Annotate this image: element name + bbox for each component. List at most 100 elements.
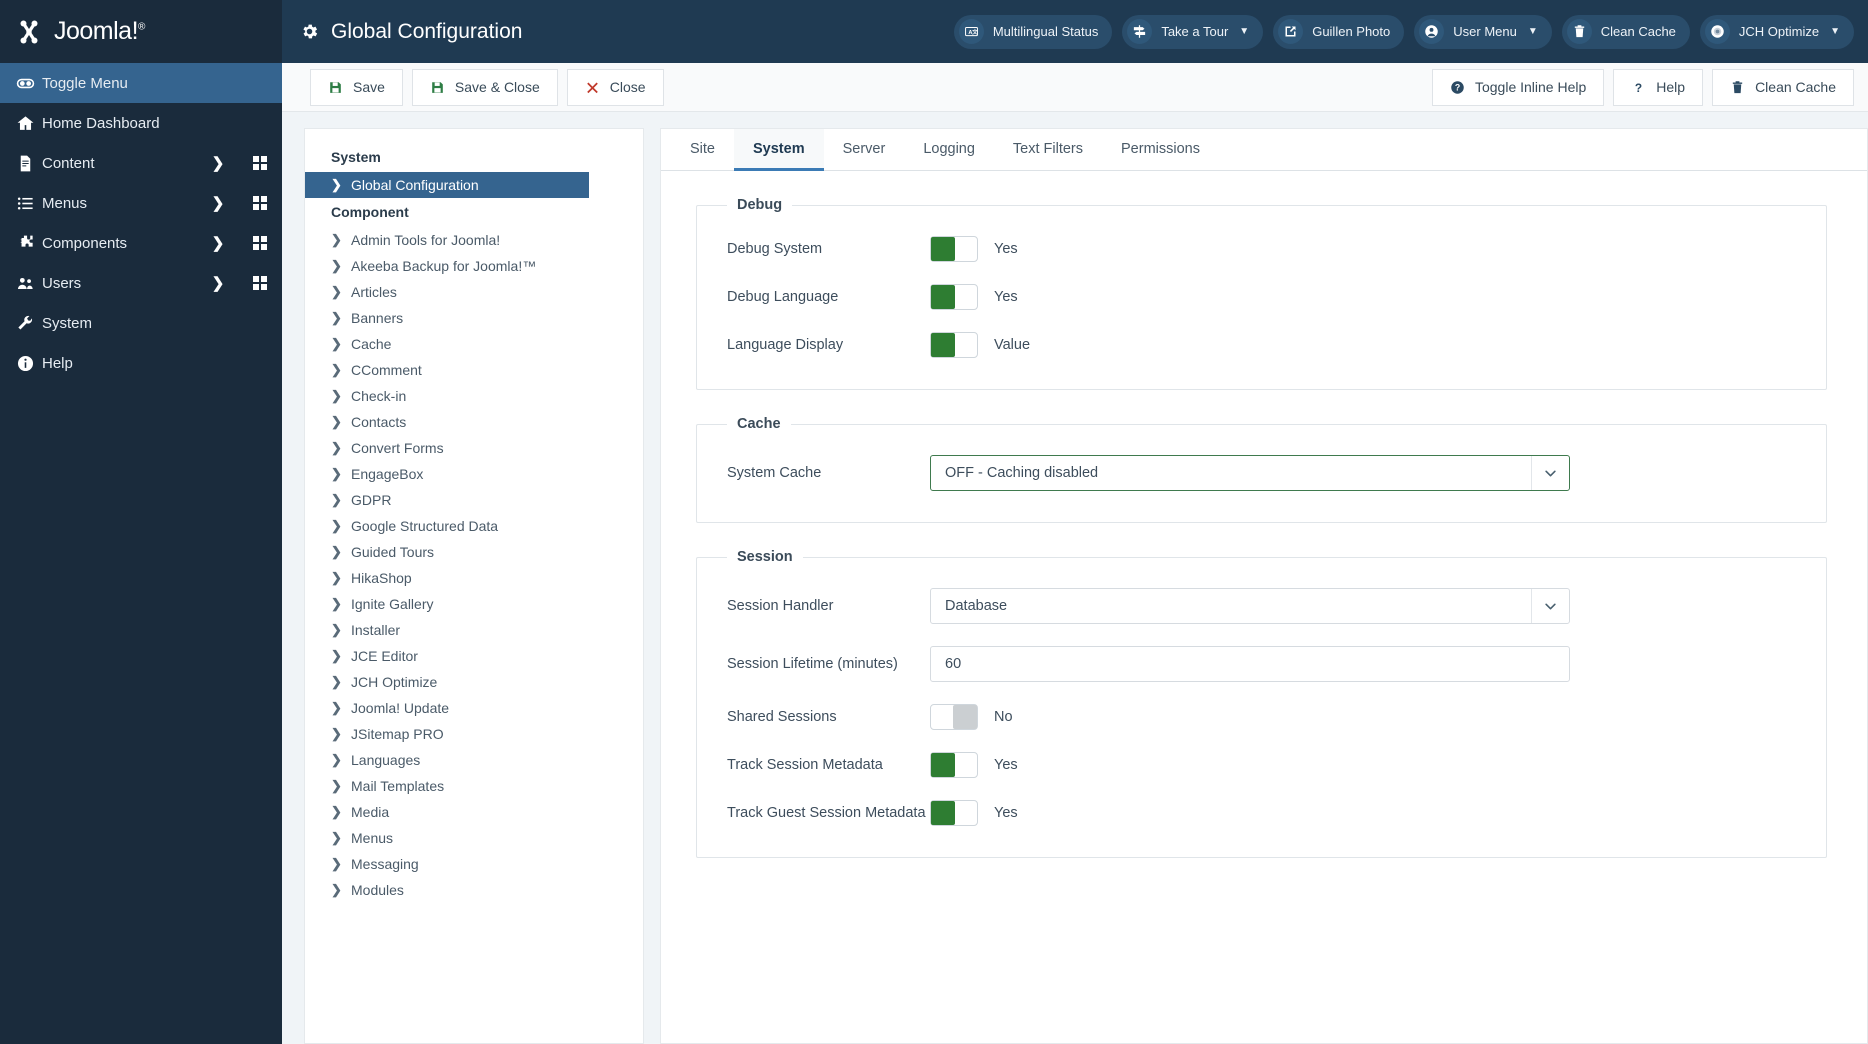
sidebar-item-content[interactable]: Content ❯ <box>0 143 282 183</box>
sidebar-item-home-dashboard[interactable]: Home Dashboard <box>0 103 282 143</box>
config-item-menus[interactable]: ❯ Menus <box>305 825 643 851</box>
tab-permissions[interactable]: Permissions <box>1102 129 1219 171</box>
header-button-label: Guillen Photo <box>1312 24 1391 39</box>
config-item-hikashop[interactable]: ❯ HikaShop <box>305 565 643 591</box>
chevron-right-icon: ❯ <box>331 336 342 351</box>
toggle-value-label: Yes <box>994 805 1018 821</box>
home-icon <box>17 115 33 130</box>
header-button-guillen-photo[interactable]: Guillen Photo <box>1273 14 1405 49</box>
tab-logging[interactable]: Logging <box>904 129 994 171</box>
header-button-jch-optimize[interactable]: JCH Optimize ▼ <box>1699 14 1854 49</box>
toggle-track-session-metadata[interactable] <box>930 752 978 778</box>
config-item-admin-tools-for-joomla-[interactable]: ❯ Admin Tools for Joomla! <box>305 227 643 253</box>
config-item-gdpr[interactable]: ❯ GDPR <box>305 487 643 513</box>
section-session: Session Session Handler Database Session Li… <box>696 549 1827 858</box>
config-item-guided-tours[interactable]: ❯ Guided Tours <box>305 539 643 565</box>
form-control: Yes <box>930 800 1798 826</box>
config-item-google-structured-data[interactable]: ❯ Google Structured Data <box>305 513 643 539</box>
toggle-shared-sessions[interactable] <box>930 704 978 730</box>
external-link-icon <box>1278 19 1304 44</box>
form-control: Yes <box>930 284 1798 310</box>
header-button-clean-cache[interactable]: Clean Cache <box>1561 14 1690 49</box>
config-item-check-in[interactable]: ❯ Check-in <box>305 383 643 409</box>
config-item-modules[interactable]: ❯ Modules <box>305 877 643 903</box>
chevron-right-icon: ❯ <box>331 544 342 559</box>
select-session-handler[interactable]: Database <box>930 588 1570 624</box>
config-item-label: Messaging <box>351 856 419 872</box>
tab-system[interactable]: System <box>734 129 824 171</box>
tab-site[interactable]: Site <box>671 129 734 171</box>
chevron-right-icon: ❯ <box>331 232 342 247</box>
toolbar-button-close[interactable]: Close <box>566 68 664 106</box>
config-item-label: GDPR <box>351 492 392 508</box>
toggle-track-guest-session-metadata[interactable] <box>930 800 978 826</box>
config-item-ccomment[interactable]: ❯ CComment <box>305 357 643 383</box>
dashboard-grid-icon[interactable] <box>238 196 282 210</box>
sidebar-item-system[interactable]: System <box>0 303 282 343</box>
form-label: Track Session Metadata <box>727 757 883 773</box>
sidebar-item-help[interactable]: Help <box>0 343 282 383</box>
config-item-jce-editor[interactable]: ❯ JCE Editor <box>305 643 643 669</box>
chevron-right-icon[interactable]: ❯ <box>198 194 238 212</box>
config-item-convert-forms[interactable]: ❯ Convert Forms <box>305 435 643 461</box>
header-button-user-menu[interactable]: User Menu ▼ <box>1414 14 1552 49</box>
config-item-label: Mail Templates <box>351 778 445 794</box>
toolbar-button-toggle-inline-help[interactable]: ? Toggle Inline Help <box>1431 68 1605 106</box>
select-system-cache[interactable]: OFF - Caching disabled <box>930 455 1570 491</box>
save-icon <box>330 81 341 93</box>
form-row-track-session-metadata: Track Session Metadata Yes <box>697 741 1826 789</box>
chevron-down-icon[interactable] <box>1531 589 1569 623</box>
config-item-contacts[interactable]: ❯ Contacts <box>305 409 643 435</box>
config-item-banners[interactable]: ❯ Banners <box>305 305 643 331</box>
settings-panel: Site System Server Logging Text Filters Permi… <box>660 128 1868 1044</box>
sidebar-item-users[interactable]: Users ❯ <box>0 263 282 303</box>
header-button-take-a-tour[interactable]: Take a Tour ▼ <box>1122 14 1264 49</box>
save-icon <box>430 80 445 95</box>
toggle-debug-system[interactable] <box>930 236 978 262</box>
tab-text-filters[interactable]: Text Filters <box>994 129 1102 171</box>
toolbar-button-save-close[interactable]: Save & Close <box>411 68 558 106</box>
config-item-media[interactable]: ❯ Media <box>305 799 643 825</box>
config-item-languages[interactable]: ❯ Languages <box>305 747 643 773</box>
dashboard-grid-icon[interactable] <box>238 276 282 290</box>
form-control: 60 <box>930 646 1798 682</box>
tab-label: Text Filters <box>1012 141 1084 157</box>
chevron-right-icon[interactable]: ❯ <box>198 234 238 252</box>
dashboard-grid-icon[interactable] <box>238 236 282 250</box>
config-item-messaging[interactable]: ❯ Messaging <box>305 851 643 877</box>
config-item-installer[interactable]: ❯ Installer <box>305 617 643 643</box>
tab-server[interactable]: Server <box>824 129 905 171</box>
input-session-lifetime-minutes[interactable]: 60 <box>930 646 1570 682</box>
chevron-right-icon[interactable]: ❯ <box>198 274 238 292</box>
dashboard-grid-icon[interactable] <box>238 156 282 170</box>
config-item-akeeba-backup-for-joomla-[interactable]: ❯ Akeeba Backup for Joomla!™ <box>305 253 643 279</box>
header-button-label: JCH Optimize <box>1738 24 1820 39</box>
config-item-jsitemap-pro[interactable]: ❯ JSitemap PRO <box>305 721 643 747</box>
sidebar-item-menus[interactable]: Menus ❯ <box>0 183 282 223</box>
config-item-cache[interactable]: ❯ Cache <box>305 331 643 357</box>
config-item-global-configuration[interactable]: ❯ Global Configuration <box>305 172 589 198</box>
chevron-down-icon[interactable] <box>1531 456 1569 490</box>
config-item-jch-optimize[interactable]: ❯ JCH Optimize <box>305 669 643 695</box>
sidebar-item-toggle-menu[interactable]: Toggle Menu <box>0 63 282 103</box>
config-item-engagebox[interactable]: ❯ EngageBox <box>305 461 643 487</box>
toggle-language-display[interactable] <box>930 332 978 358</box>
main-sidebar: Joomla!® Toggle Menu Home Dashboard Conten… <box>0 0 282 1044</box>
toolbar-button-help[interactable]: ? Help <box>1613 68 1704 106</box>
chevron-right-icon: ❯ <box>331 570 342 585</box>
config-item-mail-templates[interactable]: ❯ Mail Templates <box>305 773 643 799</box>
joomla-brand[interactable]: Joomla!® <box>0 0 282 63</box>
header-button-multilingual-status[interactable]: A 文 Multilingual Status <box>953 14 1113 49</box>
config-item-articles[interactable]: ❯ Articles <box>305 279 643 305</box>
svg-text:?: ? <box>1635 80 1642 94</box>
chevron-right-icon[interactable]: ❯ <box>198 154 238 172</box>
toolbar-button-label: Toggle Inline Help <box>1474 79 1587 95</box>
form-label: Language Display <box>727 337 844 353</box>
toggle-debug-language[interactable] <box>930 284 978 310</box>
config-item-ignite-gallery[interactable]: ❯ Ignite Gallery <box>305 591 643 617</box>
toolbar-button-save[interactable]: Save <box>310 68 403 106</box>
language-icon: A文 <box>958 19 984 44</box>
config-item-joomla-update[interactable]: ❯ Joomla! Update <box>305 695 643 721</box>
sidebar-item-components[interactable]: Components ❯ <box>0 223 282 263</box>
toolbar-button-clean-cache[interactable]: Clean Cache <box>1712 68 1854 106</box>
